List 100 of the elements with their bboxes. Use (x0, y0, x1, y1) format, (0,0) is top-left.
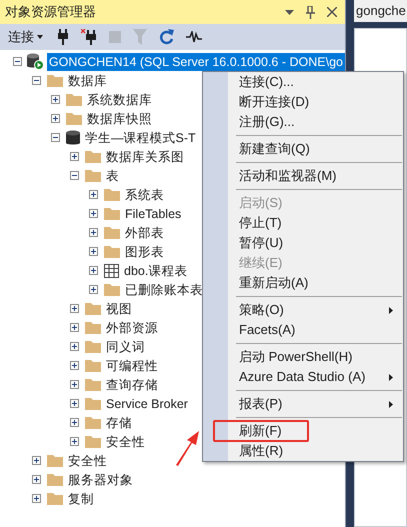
folder-icon (104, 226, 120, 239)
panel-title: 对象资源管理器 (5, 3, 97, 22)
refresh-icon[interactable] (159, 29, 174, 45)
folder-icon (85, 416, 101, 429)
expand-icon[interactable] (89, 190, 98, 199)
folder-icon (104, 283, 120, 296)
menu-item[interactable]: 报表(P) (203, 394, 403, 414)
tree-item[interactable]: 系统表 (123, 186, 166, 204)
tree-item[interactable]: 存储 (104, 414, 134, 432)
expand-icon[interactable] (70, 437, 79, 446)
expand-icon[interactable] (70, 342, 79, 351)
menu-item[interactable]: 暂停(U) (203, 233, 403, 253)
folder-icon (85, 302, 101, 315)
tree-item[interactable]: 数据库快照 (85, 110, 154, 128)
tree-item[interactable]: Service Broker (104, 394, 190, 412)
folder-icon (85, 378, 101, 391)
expand-icon[interactable] (70, 399, 79, 408)
folder-icon (85, 397, 101, 410)
connect-button[interactable]: 连接 (6, 27, 45, 47)
tree-item[interactable]: 表 (104, 166, 121, 184)
tree-item[interactable]: 外部资源 (104, 318, 160, 336)
tree-item[interactable]: FileTables (123, 204, 184, 222)
tree-item[interactable]: 安全性 (104, 432, 147, 450)
tree-item[interactable]: 安全性 (66, 452, 109, 470)
folder-icon (85, 359, 101, 372)
caret-icon (37, 35, 43, 39)
menu-item[interactable]: 注册(G)... (203, 112, 403, 132)
expand-icon[interactable] (89, 266, 98, 275)
expand-icon[interactable] (70, 304, 79, 313)
expand-icon[interactable] (70, 323, 79, 332)
expand-icon[interactable] (32, 456, 41, 465)
folder-icon (66, 93, 82, 106)
dropdown-icon[interactable] (285, 10, 294, 14)
database-icon (66, 130, 80, 146)
pin-icon[interactable] (306, 6, 315, 18)
menu-item[interactable]: Azure Data Studio (A) (203, 367, 403, 387)
disconnect-icon[interactable] (81, 29, 97, 45)
folder-icon (47, 454, 63, 467)
tree-item[interactable]: 系统数据库 (85, 90, 154, 108)
tree-item[interactable]: 数据库关系图 (104, 148, 186, 166)
plug-icon[interactable] (57, 29, 69, 45)
folder-icon (47, 473, 63, 486)
menu-item[interactable]: 新建查询(Q) (203, 139, 403, 159)
menu-item[interactable]: 活动和监视器(M) (203, 166, 403, 186)
folder-icon (47, 492, 63, 505)
tree-item[interactable]: 服务器对象 (66, 470, 135, 488)
folder-icon (85, 321, 101, 334)
menu-item[interactable]: 连接(C)... (203, 72, 403, 92)
collapse-icon[interactable] (32, 76, 41, 85)
pointer-arrow (174, 430, 200, 466)
expand-icon[interactable] (89, 285, 98, 294)
expand-icon[interactable] (89, 228, 98, 237)
activity-icon[interactable] (186, 31, 202, 43)
tree-item[interactable]: 已删除账本表 (123, 280, 205, 298)
menu-item[interactable]: Facets(A) (203, 320, 403, 340)
menu-item[interactable]: 策略(O) (203, 300, 403, 320)
expand-icon[interactable] (70, 418, 79, 427)
expand-icon[interactable] (32, 494, 41, 503)
folder-icon (85, 435, 101, 448)
tree-item[interactable]: 外部表 (123, 224, 166, 242)
expand-icon[interactable] (51, 95, 60, 104)
submenu-arrow-icon (389, 306, 393, 314)
table-icon (104, 264, 119, 278)
folder-icon (104, 245, 120, 258)
folder-icon (85, 340, 101, 353)
folder-icon (85, 150, 101, 163)
menu-item[interactable]: 重新启动(A) (203, 273, 403, 293)
menu-item[interactable]: 停止(T) (203, 213, 403, 233)
menu-item[interactable]: 属性(R) (203, 441, 403, 461)
tree-item[interactable]: 同义词 (104, 338, 147, 356)
close-icon[interactable] (327, 7, 337, 17)
folder-icon (104, 207, 120, 220)
expand-icon[interactable] (70, 380, 79, 389)
tree-item[interactable]: 学生—课程模式S-T (83, 128, 198, 146)
submenu-arrow-icon (389, 400, 393, 408)
expand-icon[interactable] (51, 114, 60, 123)
folder-icon (66, 112, 82, 125)
folder-icon (47, 74, 63, 87)
tree-item[interactable]: 视图 (104, 300, 134, 318)
expand-icon[interactable] (70, 152, 79, 161)
tree-item[interactable]: 数据库 (66, 72, 109, 90)
tree-item[interactable]: dbo.课程表 (122, 262, 190, 280)
expand-icon[interactable] (89, 247, 98, 256)
expand-icon[interactable] (89, 209, 98, 218)
collapse-icon[interactable] (70, 171, 79, 180)
menu-item[interactable]: 断开连接(D) (203, 92, 403, 112)
menu-item[interactable]: 启动 PowerShell(H) (203, 347, 403, 367)
collapse-icon[interactable] (51, 133, 60, 142)
server-icon (26, 53, 44, 70)
folder-icon (104, 188, 120, 201)
tree-item[interactable]: GONGCHEN14 (SQL Server 16.0.1000.6 - DONE\go (46, 52, 345, 70)
tree-item[interactable]: 复制 (66, 490, 96, 508)
expand-icon[interactable] (32, 475, 41, 484)
expand-icon[interactable] (70, 361, 79, 370)
document-tab[interactable]: gongche (354, 0, 407, 22)
tree-item[interactable]: 可编程性 (104, 356, 160, 374)
tree-item[interactable]: 查询存储 (104, 376, 160, 394)
collapse-icon[interactable] (13, 57, 22, 66)
tree-item[interactable]: 图形表 (123, 242, 166, 260)
submenu-arrow-icon (389, 374, 393, 380)
